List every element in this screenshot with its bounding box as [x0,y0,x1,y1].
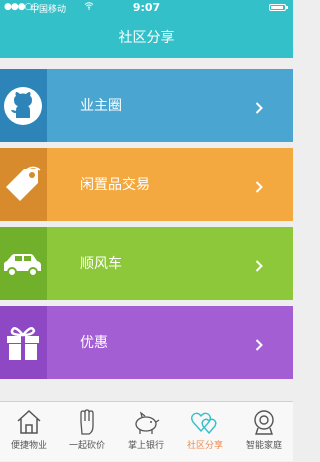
menu-row-label: 优惠 [80,335,108,351]
menu-row-secondhand-trade[interactable]: 闲置品交易 [0,148,293,221]
chevron-right-icon [255,336,263,355]
chevron-right-icon [255,99,263,118]
menu-row-label: 顺风车 [80,256,122,272]
tab-label: 便捷物业 [10,441,47,451]
tab-bar: 便捷物业 一起砍价 掌上银行 社区分享 智能家庭 [0,401,293,461]
github-cat-icon [0,69,47,142]
tab-group-bargain[interactable]: 一起砍价 [58,402,116,462]
menu-row-discounts[interactable]: 优惠 [0,306,293,379]
webcam-icon [254,410,274,435]
nav-bar: 社区分享 [0,16,293,58]
tab-property-service[interactable]: 便捷物业 [0,402,58,462]
tab-label: 一起砍价 [68,441,105,451]
gift-icon [0,306,47,379]
tab-label: 智能家庭 [245,441,282,451]
tab-community-share[interactable]: 社区分享 [176,402,234,462]
car-icon [0,227,47,300]
tab-smart-home[interactable]: 智能家庭 [235,402,293,462]
menu-row-label: 闲置品交易 [80,177,150,193]
house-icon [17,409,41,434]
hand-icon [80,409,94,435]
menu-row-label: 业主圈 [80,98,122,114]
page-title: 社区分享 [118,30,175,46]
menu-row-owner-circle[interactable]: 业主圈 [0,69,293,142]
chevron-right-icon [255,257,263,276]
tab-mobile-bank[interactable]: 掌上银行 [117,402,175,462]
status-time: 9:07 [132,1,161,14]
chevron-right-icon [255,178,263,197]
menu-row-carpool[interactable]: 顺风车 [0,227,293,300]
battery-icon [269,4,288,11]
tab-label: 社区分享 [186,441,223,451]
tab-label: 掌上银行 [127,441,164,451]
piggy-bank-icon [135,411,160,434]
status-bar: ●●●○○ 中国移动 9:07 [0,0,293,16]
price-tag-icon [0,148,47,221]
hearts-icon [191,412,217,435]
